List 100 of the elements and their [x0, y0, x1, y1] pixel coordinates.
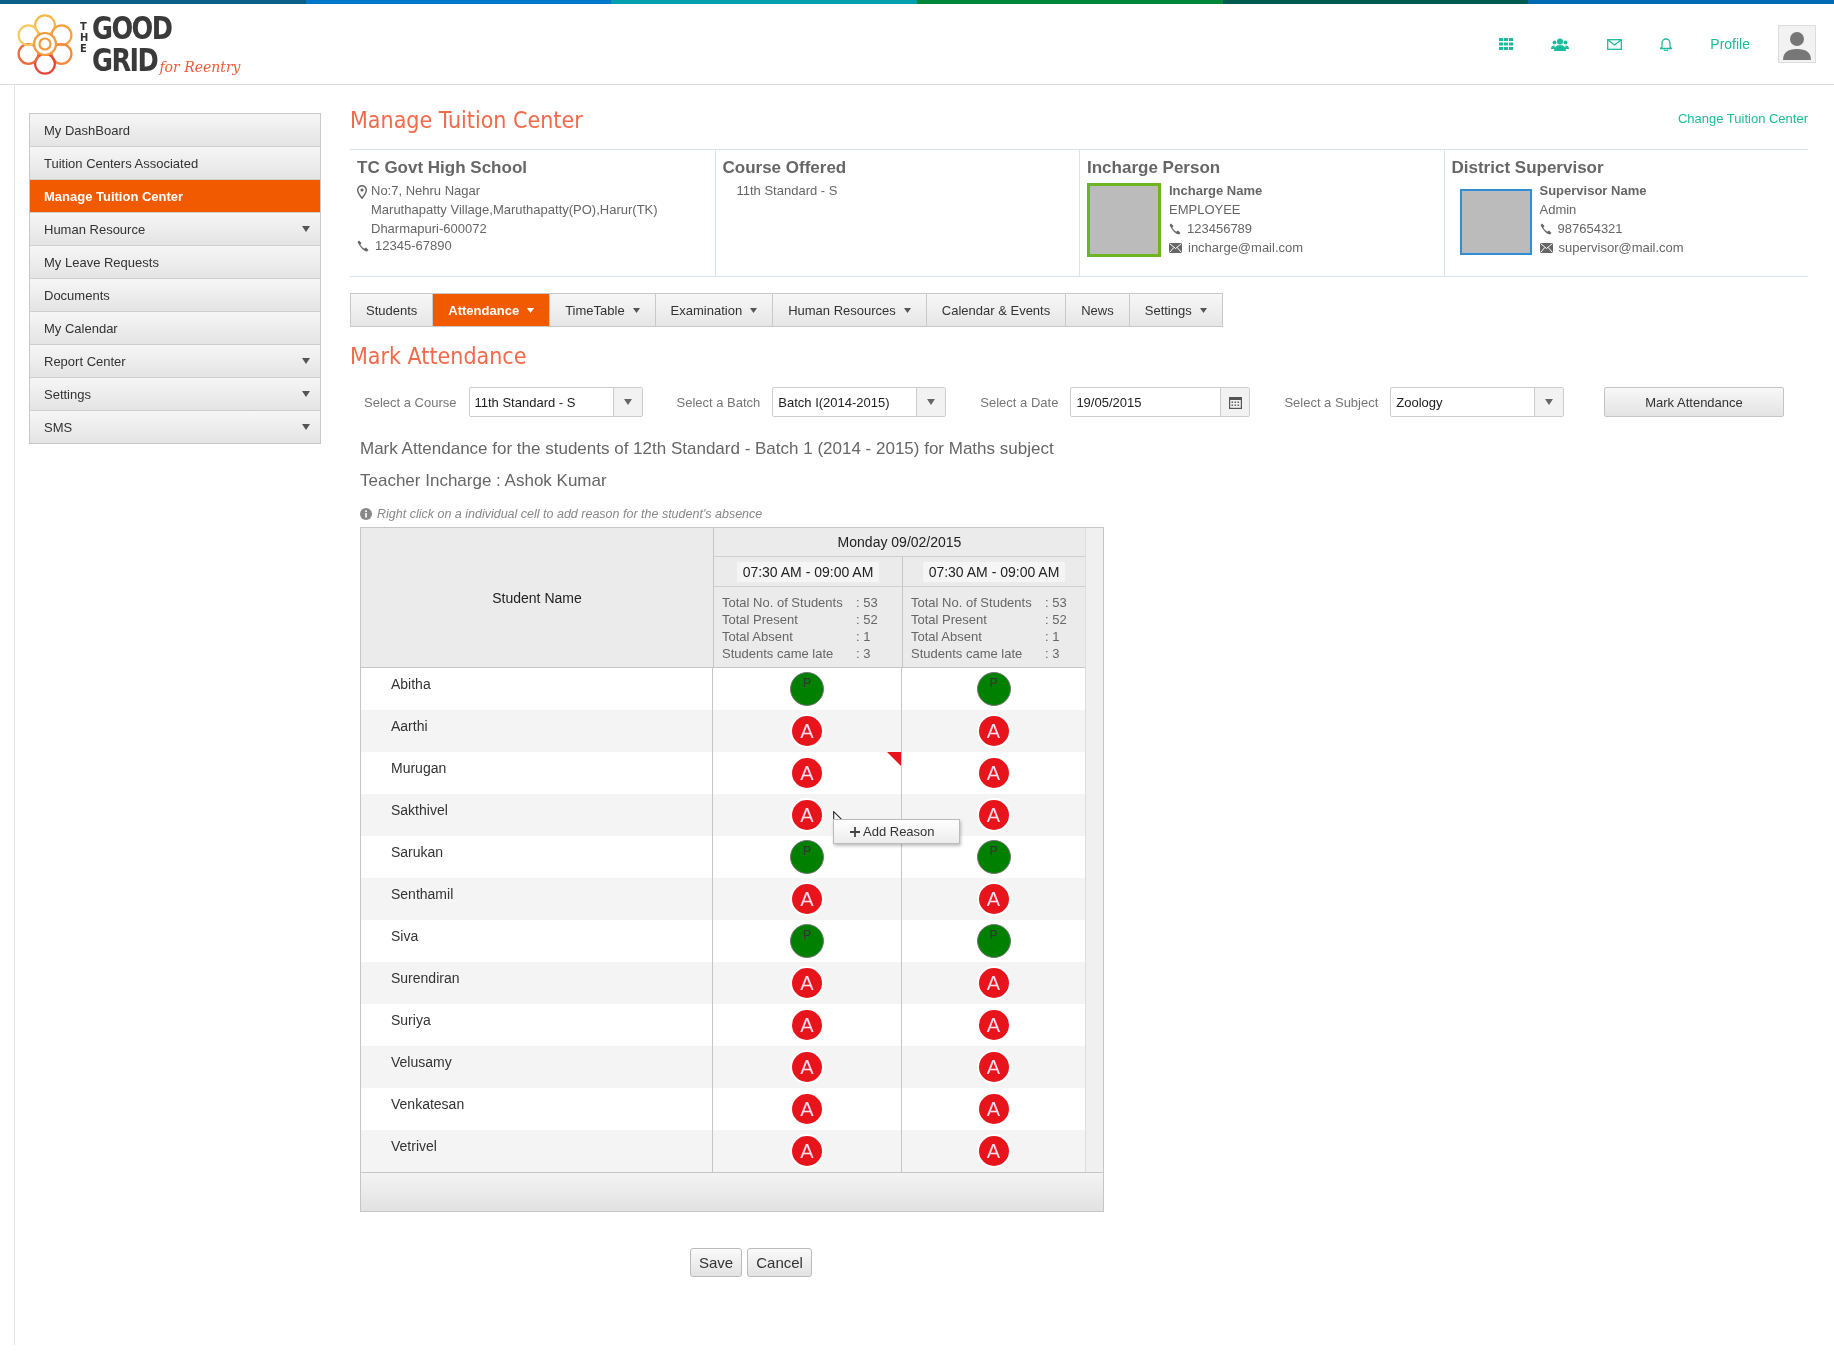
phone-number: 987654321: [1557, 221, 1623, 236]
person-role: Admin: [1539, 202, 1578, 217]
student-name: Abitha: [391, 676, 431, 692]
info-icon: [360, 508, 372, 520]
email-address: supervisor@mail.com: [1558, 240, 1684, 255]
nav-tab[interactable]: Attendance: [432, 294, 550, 326]
nav-tab[interactable]: TimeTable: [549, 294, 655, 326]
person-name: Supervisor Name: [1539, 183, 1648, 198]
dropdown-field[interactable]: Zoology: [1390, 387, 1565, 417]
scrollbar[interactable]: [1085, 528, 1103, 1172]
stat-value: : 3: [856, 646, 871, 661]
absent-marker[interactable]: A: [976, 1134, 1011, 1168]
course-name: 11th Standard - S: [735, 183, 839, 198]
sidebar-item[interactable]: My Calendar: [30, 312, 320, 345]
absent-marker[interactable]: A: [976, 714, 1011, 748]
absent-marker[interactable]: A: [790, 1134, 824, 1168]
stat-label: Total No. of Students: [911, 595, 1033, 610]
email-address: incharge@mail.com: [1188, 240, 1304, 255]
course-offered-heading: Course Offered: [722, 158, 848, 178]
mail-icon[interactable]: [1607, 38, 1623, 50]
change-tuition-center-link[interactable]: Change Tuition Center: [1677, 111, 1808, 126]
mark-attendance-button[interactable]: Mark Attendance: [1604, 387, 1784, 417]
nav-tab[interactable]: Calendar & Events: [925, 294, 1066, 326]
present-marker[interactable]: P: [976, 840, 1011, 874]
nav-tab[interactable]: Students: [351, 294, 433, 326]
users-icon[interactable]: [1551, 37, 1570, 51]
absent-marker[interactable]: A: [790, 756, 824, 790]
phone-icon: [1539, 222, 1552, 235]
present-marker[interactable]: P: [976, 672, 1011, 706]
person-role: EMPLOYEE: [1169, 202, 1242, 217]
stat-label: Students came late: [911, 646, 1024, 661]
absent-marker[interactable]: A: [790, 882, 824, 916]
present-marker[interactable]: P: [790, 672, 824, 706]
sidebar-item[interactable]: Settings: [30, 378, 320, 411]
filter-label: Select a Batch: [676, 394, 761, 410]
person-heading: District Supervisor: [1451, 158, 1605, 178]
present-marker[interactable]: P: [790, 924, 824, 958]
absent-marker[interactable]: A: [790, 1008, 824, 1042]
student-name: Suriya: [391, 1012, 431, 1028]
dropdown-field[interactable]: 11th Standard - S: [468, 387, 643, 417]
date-field[interactable]: 19/05/2015: [1070, 387, 1251, 417]
filter-label: Select a Subject: [1284, 394, 1379, 410]
caret-icon: [927, 399, 936, 405]
absent-marker[interactable]: A: [976, 966, 1011, 1000]
form-button[interactable]: Save: [690, 1248, 743, 1277]
sidebar-item[interactable]: Human Resource: [30, 213, 320, 246]
plus-icon: [850, 826, 860, 837]
stat-label: Total No. of Students: [722, 595, 844, 610]
present-marker[interactable]: P: [976, 924, 1011, 958]
sidebar-item[interactable]: Tuition Centers Associated: [30, 147, 320, 180]
filter-label: Select a Course: [364, 394, 457, 410]
absent-marker[interactable]: A: [976, 798, 1011, 832]
person-name: Incharge Name: [1169, 183, 1264, 198]
absent-marker[interactable]: A: [790, 966, 824, 1000]
stat-value: : 1: [856, 629, 871, 644]
avatar-silhouette-icon[interactable]: [1778, 25, 1816, 63]
address-line: No:7, Nehru Nagar: [371, 183, 482, 198]
session-time: 07:30 AM - 09:00 AM: [922, 561, 1066, 582]
sidebar-item[interactable]: SMS: [30, 411, 320, 443]
address-line: Maruthapatty Village,Maruthapatty(PO),Harur(TK): [371, 202, 658, 217]
absent-marker[interactable]: A: [790, 1050, 824, 1084]
absent-marker[interactable]: A: [976, 756, 1011, 790]
nav-tab[interactable]: News: [1065, 294, 1129, 326]
present-marker[interactable]: P: [790, 840, 824, 874]
stat-label: Total Present: [722, 612, 799, 627]
envelope-icon: [1169, 242, 1182, 253]
phone-icon: [357, 239, 369, 252]
caret-icon: [623, 399, 632, 405]
stat-value: : 53: [1045, 595, 1067, 610]
sidebar-item[interactable]: Manage Tuition Center: [30, 180, 320, 213]
student-name: Venkatesan: [391, 1096, 465, 1112]
profile-link[interactable]: Profile: [1710, 36, 1750, 52]
nav-tab[interactable]: Examination: [654, 294, 773, 326]
sidebar-item[interactable]: Report Center: [30, 345, 320, 378]
sidebar-item[interactable]: My Leave Requests: [30, 246, 320, 279]
absent-marker[interactable]: A: [976, 1008, 1011, 1042]
map-pin-icon: [357, 185, 367, 199]
column-header: Student Name: [492, 589, 582, 606]
stat-value: : 53: [856, 595, 878, 610]
bell-icon[interactable]: [1660, 37, 1673, 51]
address-line: Dharmapuri-600072: [371, 221, 488, 236]
absent-marker[interactable]: A: [976, 1092, 1011, 1126]
absent-marker[interactable]: A: [976, 882, 1011, 916]
caret-icon: [1545, 399, 1554, 405]
absent-marker[interactable]: A: [790, 714, 824, 748]
sidebar-item[interactable]: Documents: [30, 279, 320, 312]
absent-marker[interactable]: A: [976, 1050, 1011, 1084]
student-name: Sakthivel: [391, 802, 448, 818]
dropdown-field[interactable]: Batch I(2014-2015): [772, 387, 947, 417]
calendar-icon[interactable]: [1228, 395, 1242, 409]
nav-tab[interactable]: Human Resources: [772, 294, 926, 326]
nav-tab[interactable]: Settings: [1128, 294, 1222, 326]
phone-number: 123456789: [1187, 221, 1253, 236]
absent-marker[interactable]: A: [790, 1092, 824, 1126]
add-reason-menu-item[interactable]: Add Reason: [833, 819, 960, 844]
logo-text: GRID: [92, 44, 158, 76]
absent-marker[interactable]: A: [790, 798, 824, 832]
sidebar-item[interactable]: My DashBoard: [30, 114, 320, 147]
form-button[interactable]: Cancel: [747, 1248, 812, 1277]
grid-icon[interactable]: [1499, 38, 1514, 50]
